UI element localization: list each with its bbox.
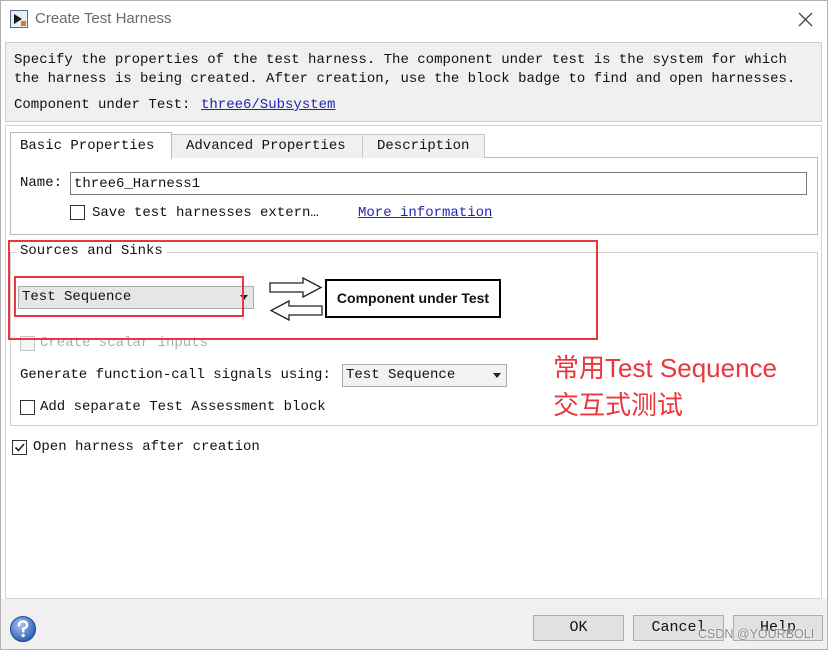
close-icon-graphic (798, 12, 813, 27)
close-icon[interactable] (798, 12, 813, 27)
checkmark-icon (14, 443, 25, 452)
tab-advanced-properties[interactable]: Advanced Properties (171, 134, 363, 158)
description-line-1: Specify the properties of the test harne… (14, 52, 787, 68)
icon-block-shape (21, 21, 26, 26)
annotation-box-select (14, 276, 244, 317)
function-call-select-value: Test Sequence (346, 367, 456, 383)
help-icon[interactable] (9, 615, 37, 643)
function-call-label: Generate function-call signals using: (20, 367, 331, 383)
open-after-creation-label[interactable]: Open harness after creation (33, 439, 260, 455)
tab-panel (10, 157, 818, 235)
ok-button[interactable]: OK (533, 615, 624, 641)
close-cross (798, 12, 813, 27)
more-information-link[interactable]: More information (358, 205, 492, 221)
window-title: Create Test Harness (35, 10, 172, 27)
help-icon-dot (21, 633, 25, 638)
title-bar[interactable]: Create Test Harness (0, 0, 828, 38)
checkmark-stroke (14, 443, 25, 452)
component-under-test-link[interactable]: three6/Subsystem (201, 97, 335, 113)
function-call-select[interactable]: Test Sequence (342, 364, 507, 387)
annotation-text-line-2: 交互式测试 (553, 390, 684, 420)
save-external-label[interactable]: Save test harnesses extern… (92, 205, 319, 221)
help-icon-graphic (10, 616, 36, 642)
component-under-test-label: Component under Test: (14, 97, 191, 113)
watermark: CSDN @YOURBOLI (698, 627, 815, 641)
test-assessment-label[interactable]: Add separate Test Assessment block (40, 399, 326, 415)
chevron-down-icon (493, 373, 501, 378)
name-input[interactable] (70, 172, 807, 195)
test-assessment-checkbox[interactable] (20, 400, 35, 415)
simulink-icon-graphic (10, 10, 28, 28)
simulink-icon (10, 10, 28, 28)
annotation-text-line-1: 常用Test Sequence (553, 353, 778, 383)
tab-description[interactable]: Description (362, 134, 485, 158)
save-external-checkbox[interactable] (70, 205, 85, 220)
tab-basic-properties[interactable]: Basic Properties (10, 132, 172, 159)
open-after-creation-checkbox[interactable] (12, 440, 27, 455)
name-label: Name: (20, 175, 63, 191)
description-line-2: the harness is being created. After crea… (14, 71, 796, 87)
